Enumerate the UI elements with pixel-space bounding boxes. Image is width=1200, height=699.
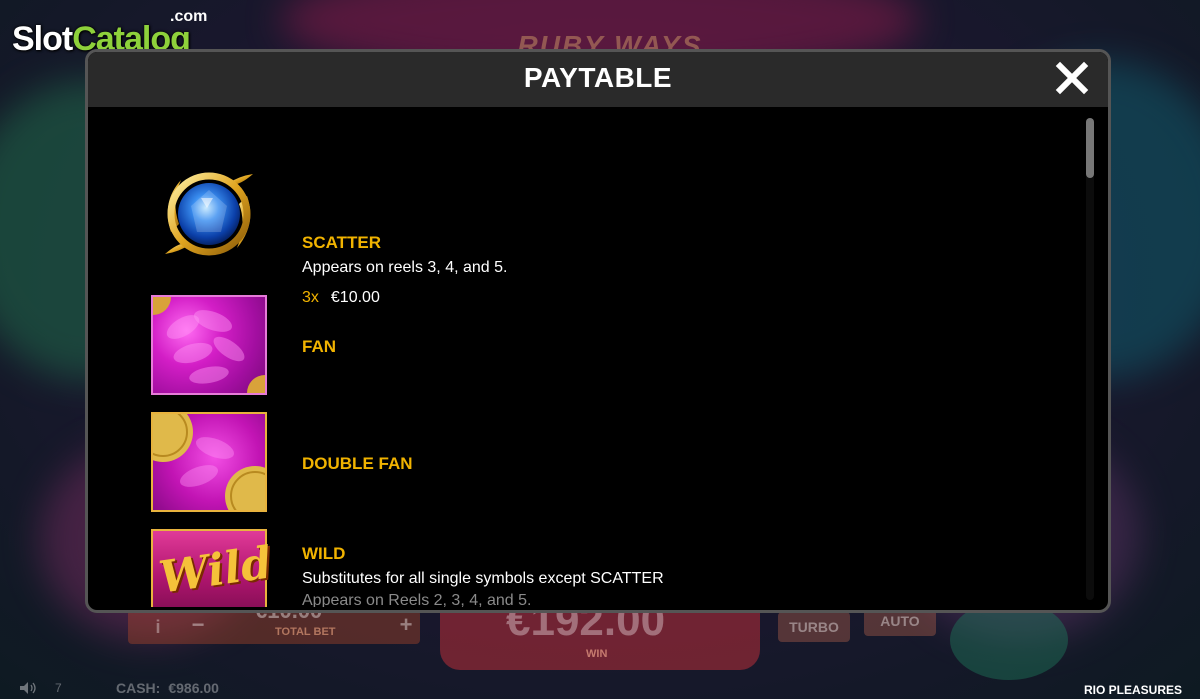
double-fan-symbol-icon [151, 412, 267, 512]
status-number: 7 [55, 681, 62, 695]
win-label: WIN [586, 648, 608, 660]
fan-info: FAN [302, 337, 1002, 357]
bet-decrease-button[interactable]: − [186, 612, 210, 638]
cash-label: CASH: [116, 680, 161, 696]
scrollbar-thumb[interactable] [1086, 118, 1094, 178]
bet-increase-button[interactable]: + [394, 612, 418, 638]
symbol-name: SCATTER [302, 233, 382, 252]
game-name: RIO PLEASURES [1083, 683, 1182, 697]
double-fan-tile [151, 412, 267, 512]
symbol-description-2: Appears on Reels 2, 3, 4, and 5. [302, 592, 532, 607]
symbol-name: FAN [302, 337, 336, 356]
logo-slot-text: Slot [12, 20, 73, 58]
fan-tile [151, 295, 267, 395]
fan-symbol-icon [151, 295, 267, 395]
payout-count: 3x [302, 289, 319, 306]
turbo-button[interactable]: TURBO [778, 612, 850, 642]
total-bet-label: TOTAL BET [275, 626, 336, 638]
wild-symbol-icon: Wild [151, 529, 275, 607]
scatter-info: SCATTER Appears on reels 3, 4, and 5. 3x… [302, 233, 1002, 307]
sound-icon[interactable] [20, 682, 36, 694]
payout-value: €10.00 [330, 289, 380, 306]
info-icon[interactable]: i [138, 612, 178, 642]
modal-title: PAYTABLE [523, 62, 673, 93]
payout-row: 3x €10.00 [302, 289, 1002, 307]
symbol-name: DOUBLE FAN [302, 454, 413, 473]
scrollbar[interactable] [1086, 118, 1094, 600]
cash-balance: CASH: €986.00 [116, 680, 219, 696]
wild-tile: Wild [151, 529, 275, 607]
symbol-description: Substitutes for all single symbols excep… [302, 570, 664, 587]
close-icon[interactable] [1054, 60, 1090, 96]
double-fan-info: DOUBLE FAN [302, 454, 1002, 474]
symbol-name: WILD [302, 544, 346, 563]
paytable-modal: PAYTABLE SCATTER Appears on reels 3, 4, … [85, 49, 1111, 613]
cash-value: €986.00 [168, 680, 219, 696]
symbol-description: Appears on reels 3, 4, and 5. [302, 259, 508, 276]
modal-header: PAYTABLE [88, 52, 1108, 107]
scatter-gem-icon [151, 162, 267, 262]
wild-word: Wild [156, 537, 275, 604]
wild-info: WILD Substitutes for all single symbols … [302, 544, 1002, 607]
paytable-content[interactable]: SCATTER Appears on reels 3, 4, and 5. 3x… [88, 107, 1088, 607]
